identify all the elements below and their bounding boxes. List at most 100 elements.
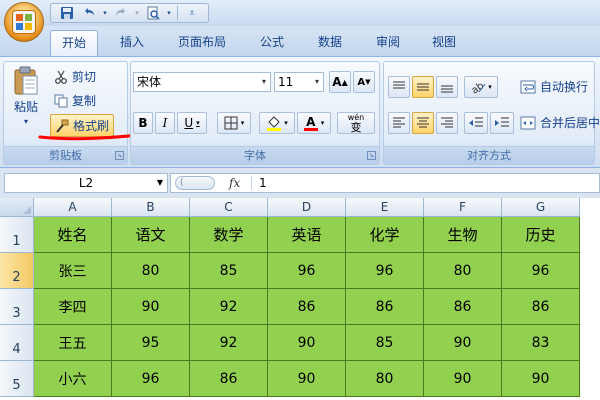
cell-c5[interactable]: 86 (190, 361, 268, 397)
column-header-f[interactable]: F (424, 198, 502, 217)
name-box-dropdown-icon[interactable]: ▼ (157, 174, 163, 192)
cell-f5[interactable]: 90 (424, 361, 502, 397)
font-name-dropdown-icon[interactable]: ▾ (258, 73, 270, 91)
cell-f2[interactable]: 80 (424, 253, 502, 289)
align-left-button[interactable] (388, 112, 410, 134)
cell-e5[interactable]: 80 (346, 361, 424, 397)
font-launcher-icon[interactable]: ↘ (367, 151, 376, 160)
cell-d2[interactable]: 96 (268, 253, 346, 289)
cell-d3[interactable]: 86 (268, 289, 346, 325)
font-size-field[interactable]: 11 ▾ (274, 72, 324, 92)
column-header-a[interactable]: A (34, 198, 112, 217)
align-right-button[interactable] (436, 112, 458, 134)
cell-f3[interactable]: 86 (424, 289, 502, 325)
formula-input[interactable]: ( fx 1 (170, 173, 600, 193)
shrink-font-button[interactable]: A ▼ (353, 71, 375, 93)
cell-g4[interactable]: 83 (502, 325, 580, 361)
name-box[interactable]: L2 ▼ (4, 173, 168, 193)
underline-button[interactable]: U ▾ (177, 112, 207, 134)
italic-button[interactable]: I (155, 112, 175, 134)
underline-dropdown-icon[interactable]: ▾ (196, 119, 200, 127)
paste-button[interactable]: 粘贴 ▾ (8, 66, 44, 136)
fill-color-button[interactable]: ▾ (259, 112, 295, 134)
cell-e1[interactable]: 化学 (346, 217, 424, 253)
cell-a2[interactable]: 张三 (34, 253, 112, 289)
paste-dropdown-icon[interactable]: ▾ (24, 117, 28, 126)
cell-g3[interactable]: 86 (502, 289, 580, 325)
fill-color-dropdown-icon[interactable]: ▾ (284, 119, 288, 127)
orientation-button[interactable]: ab ▾ (464, 76, 498, 98)
select-all-corner[interactable] (0, 198, 34, 217)
cell-f4[interactable]: 90 (424, 325, 502, 361)
cell-g5[interactable]: 90 (502, 361, 580, 397)
tab-view[interactable]: 视图 (420, 30, 468, 56)
row-header-3[interactable]: 3 (0, 289, 34, 325)
cell-c2[interactable]: 85 (190, 253, 268, 289)
increase-indent-button[interactable] (490, 112, 514, 134)
tab-insert[interactable]: 插入 (108, 30, 156, 56)
column-header-b[interactable]: B (112, 198, 190, 217)
office-button[interactable] (4, 2, 44, 42)
phonetic-button[interactable]: wén 变 (337, 112, 375, 134)
align-top-button[interactable] (388, 76, 410, 98)
cell-g1[interactable]: 历史 (502, 217, 580, 253)
column-header-g[interactable]: G (502, 198, 580, 217)
cell-a5[interactable]: 小六 (34, 361, 112, 397)
copy-button[interactable]: 复制 (54, 92, 96, 109)
cell-f1[interactable]: 生物 (424, 217, 502, 253)
cell-c3[interactable]: 92 (190, 289, 268, 325)
cell-b3[interactable]: 90 (112, 289, 190, 325)
align-bottom-button[interactable] (436, 76, 458, 98)
undo-icon[interactable] (79, 5, 99, 21)
redo-dropdown-icon[interactable]: ▾ (133, 5, 141, 21)
cell-b5[interactable]: 96 (112, 361, 190, 397)
cell-b4[interactable]: 95 (112, 325, 190, 361)
row-header-5[interactable]: 5 (0, 361, 34, 397)
wrap-text-button[interactable]: 自动换行 (520, 78, 588, 95)
tab-review[interactable]: 审阅 (364, 30, 412, 56)
decrease-indent-button[interactable] (464, 112, 488, 134)
row-header-4[interactable]: 4 (0, 325, 34, 361)
borders-dropdown-icon[interactable]: ▾ (241, 119, 245, 127)
cell-b2[interactable]: 80 (112, 253, 190, 289)
cell-g2[interactable]: 96 (502, 253, 580, 289)
align-middle-button[interactable] (412, 76, 434, 98)
font-name-field[interactable]: 宋体 ▾ (133, 72, 271, 92)
undo-dropdown-icon[interactable]: ▾ (101, 5, 109, 21)
cut-button[interactable]: 剪切 (54, 68, 96, 85)
column-header-c[interactable]: C (190, 198, 268, 217)
tab-page-layout[interactable]: 页面布局 (166, 30, 238, 56)
column-header-e[interactable]: E (346, 198, 424, 217)
borders-button[interactable]: ▾ (217, 112, 251, 134)
grow-font-button[interactable]: A ▲ (329, 71, 351, 93)
cell-d5[interactable]: 90 (268, 361, 346, 397)
cell-a4[interactable]: 王五 (34, 325, 112, 361)
align-center-button[interactable] (412, 112, 434, 134)
merge-center-button[interactable]: 合并后居中 (520, 114, 600, 131)
cell-d4[interactable]: 90 (268, 325, 346, 361)
print-preview-icon[interactable] (143, 5, 163, 21)
tab-home[interactable]: 开始 (50, 30, 98, 56)
cell-a3[interactable]: 李四 (34, 289, 112, 325)
customize-icon[interactable]: ⩡ (182, 5, 202, 21)
cell-c4[interactable]: 92 (190, 325, 268, 361)
cell-e2[interactable]: 96 (346, 253, 424, 289)
cell-d1[interactable]: 英语 (268, 217, 346, 253)
formula-bar-resize-handle[interactable]: ( (175, 176, 215, 190)
tab-formulas[interactable]: 公式 (248, 30, 296, 56)
font-color-button[interactable]: A ▾ (297, 112, 331, 134)
cell-e4[interactable]: 85 (346, 325, 424, 361)
cell-b1[interactable]: 语文 (112, 217, 190, 253)
cell-c1[interactable]: 数学 (190, 217, 268, 253)
redo-icon[interactable] (111, 5, 131, 21)
column-header-d[interactable]: D (268, 198, 346, 217)
row-header-1[interactable]: 1 (0, 217, 34, 253)
save-icon[interactable] (57, 5, 77, 21)
cell-e3[interactable]: 86 (346, 289, 424, 325)
font-size-dropdown-icon[interactable]: ▾ (311, 73, 323, 91)
cell-a1[interactable]: 姓名 (34, 217, 112, 253)
clipboard-launcher-icon[interactable]: ↘ (115, 151, 124, 160)
row-header-2[interactable]: 2 (0, 253, 34, 289)
print-preview-dropdown-icon[interactable]: ▾ (165, 5, 173, 21)
orientation-dropdown-icon[interactable]: ▾ (488, 83, 492, 91)
